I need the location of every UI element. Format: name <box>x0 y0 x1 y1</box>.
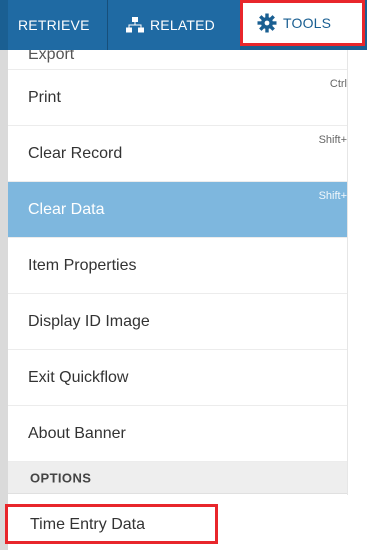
menu-item-label: Clear Data <box>28 200 105 218</box>
top-toolbar: RETRIEVE RELATED TOOLS <box>0 0 367 50</box>
menu-item-about-banner[interactable]: About Banner <box>8 406 347 462</box>
related-label: RELATED <box>150 17 215 33</box>
left-edge <box>0 0 8 550</box>
gear-icon <box>257 13 277 33</box>
retrieve-tab[interactable]: RETRIEVE <box>8 0 108 50</box>
tools-menu: Export Print Ctrl Clear Record Shift+ Cl… <box>8 50 348 495</box>
menu-item-print[interactable]: Print Ctrl <box>8 70 347 126</box>
sitemap-icon <box>126 17 144 33</box>
menu-item-export[interactable]: Export <box>8 50 347 70</box>
menu-item-clear-record[interactable]: Clear Record Shift+ <box>8 126 347 182</box>
shortcut-hint: Shift+ <box>318 190 347 202</box>
tools-tab[interactable]: TOOLS <box>240 0 365 46</box>
menu-item-label: Display ID Image <box>28 312 150 330</box>
menu-item-exit-quickflow[interactable]: Exit Quickflow <box>8 350 347 406</box>
highlight-box <box>5 504 218 544</box>
menu-item-label: Exit Quickflow <box>28 368 129 386</box>
shortcut-hint: Ctrl <box>329 78 347 90</box>
options-section-header: OPTIONS <box>8 462 347 494</box>
tools-label: TOOLS <box>283 15 332 31</box>
menu-item-label: Clear Record <box>28 144 123 162</box>
shortcut-hint: Shift+ <box>318 134 347 146</box>
menu-item-label: Print <box>28 88 61 106</box>
section-header-label: OPTIONS <box>30 470 92 485</box>
menu-item-clear-data[interactable]: Clear Data Shift+ <box>8 182 347 238</box>
menu-item-item-properties[interactable]: Item Properties <box>8 238 347 294</box>
related-tab[interactable]: RELATED <box>108 0 240 50</box>
menu-item-label: About Banner <box>28 424 126 442</box>
menu-item-display-id-image[interactable]: Display ID Image <box>8 294 347 350</box>
menu-item-label: Export <box>28 50 75 63</box>
retrieve-label: RETRIEVE <box>18 17 90 33</box>
menu-item-label: Item Properties <box>28 256 137 274</box>
